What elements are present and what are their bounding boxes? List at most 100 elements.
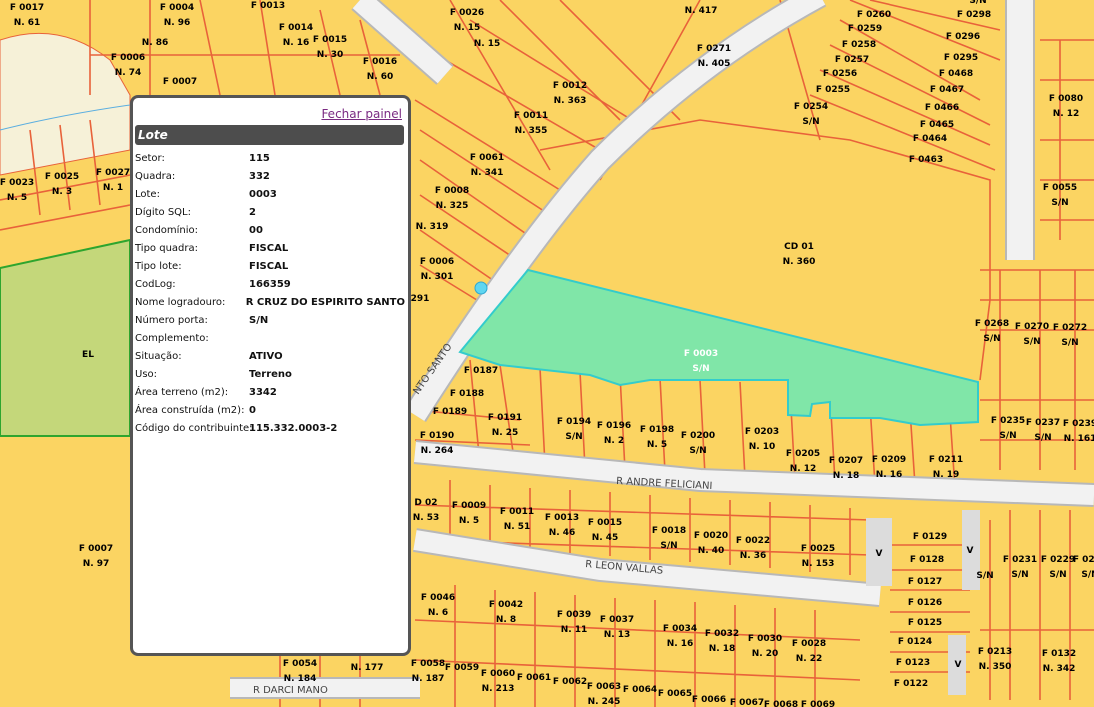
lot-code-label: F 0463 (909, 155, 943, 165)
field-value: 0 (249, 404, 256, 416)
lot-number-label: N. 18 (709, 644, 736, 654)
lot-code-label: F 0060 (481, 669, 515, 679)
lot-number-label: 291 (411, 294, 430, 304)
lot-number-label: N. 417 (685, 6, 718, 16)
lot-code-label: F 0080 (1049, 94, 1083, 104)
lot-number-label: N. 5 (7, 193, 27, 203)
lot-code-label: S/N (976, 571, 993, 581)
lot-number-label: N. 325 (436, 201, 469, 211)
field-label: Quadra: (135, 170, 176, 182)
lot-number-label: N. 153 (802, 559, 835, 569)
lot-code-label: F 0188 (450, 389, 484, 399)
lot-number-label: N. 8 (496, 615, 516, 625)
lot-number-label: N. 51 (504, 522, 531, 532)
panel-fields: Setor: 115 Quadra: 332 Lote: 0003 Dígito SQL: 2… (135, 149, 405, 437)
field-value: 115 (249, 152, 270, 164)
area-code-label: EL (82, 350, 94, 360)
lot-code-label: F 0203 (745, 427, 779, 437)
lot-number-label: N. 342 (1043, 664, 1076, 674)
lot-code-label: F 0065 (658, 689, 692, 699)
lot-number-label: S/N (1051, 198, 1068, 208)
lot-code-label: F 0465 (920, 120, 954, 130)
lot-code-label: F 0298 (957, 10, 991, 20)
lot-number-label: N. 45 (592, 533, 619, 543)
field-value: 332 (249, 170, 270, 182)
field-label: Área construída (m2): (135, 404, 245, 416)
lot-code-label: F 0295 (944, 53, 978, 63)
lot-code-label: F 0068 (764, 700, 798, 707)
lot-code-label: F 0063 (587, 682, 621, 692)
lot-code-label: F 0468 (939, 69, 973, 79)
field-row: Nome logradouro: R CRUZ DO ESPIRITO SANTO (135, 293, 405, 311)
lot-number-label: N. 74 (115, 68, 142, 78)
lot-number-label: N. 355 (515, 126, 548, 136)
lot-number-label: N. 97 (83, 559, 110, 569)
field-value: 0003 (249, 188, 277, 200)
lot-number-label: N. 61 (14, 18, 41, 28)
field-row: Situação: ATIVO (135, 347, 405, 365)
lot-code-label: F 0004 (160, 3, 194, 13)
lot-number-label: N. 213 (482, 684, 515, 694)
lot-number-label: N. 20 (752, 649, 779, 659)
field-label: Tipo quadra: (135, 242, 198, 254)
lot-code-label: V (876, 549, 883, 559)
lot-code-label: F 0008 (435, 186, 469, 196)
lot-number-label: N. 30 (317, 50, 344, 60)
map-marker[interactable] (474, 281, 488, 295)
lot-number-label: S/N (1049, 570, 1066, 580)
field-value: FISCAL (249, 242, 289, 254)
field-label: Lote: (135, 188, 160, 200)
lot-code-label: F 0190 (420, 431, 454, 441)
lot-code-label: F 0042 (489, 600, 523, 610)
lot-code-label: F 0017 (10, 3, 44, 13)
lot-number-label: N. 5 (647, 440, 667, 450)
field-row: Dígito SQL: 2 (135, 203, 405, 221)
field-row: Número porta: S/N (135, 311, 405, 329)
close-panel-link[interactable]: Fechar painel (321, 107, 402, 121)
lot-number-label: N. 6 (428, 608, 448, 618)
lot-code-label: F 0123 (896, 658, 930, 668)
lot-code-label: F 0069 (801, 700, 835, 707)
lot-code-label: F 0258 (842, 40, 876, 50)
lot-number-label: S/N (660, 541, 677, 551)
lot-code-label: F 0061 (470, 153, 504, 163)
lot-code-label: F 0015 (313, 35, 347, 45)
lot-code-label: F 0467 (930, 85, 964, 95)
lot-number-label: S/N (1023, 337, 1040, 347)
field-value: 3342 (249, 386, 277, 398)
lot-number-label: N. 46 (549, 528, 576, 538)
lot-code-label: F 0061 (517, 673, 551, 683)
field-value: 2 (249, 206, 256, 218)
lot-code-label: F 0007 (79, 544, 113, 554)
lot-code-label: F 0124 (898, 637, 932, 647)
field-value: 00 (249, 224, 263, 236)
lot-code-label: F 0023 (0, 178, 34, 188)
lot-code-label: F 0209 (872, 455, 906, 465)
lot-code-label: F 0128 (910, 555, 944, 565)
lot-number-label: N. 2 (604, 436, 624, 446)
lot-code-label: F 0125 (908, 618, 942, 628)
field-label: Uso: (135, 368, 158, 380)
lot-code-label: F 0257 (835, 55, 869, 65)
field-row: Condomínio: 00 (135, 221, 405, 239)
field-label: Situação: (135, 350, 182, 362)
lot-number-label: N. 161 (1064, 434, 1094, 444)
field-row: Complemento: (135, 329, 405, 347)
lot-code-label: F 0064 (623, 685, 657, 695)
info-panel: Fechar painel Lote Setor: 115 Quadra: 332 Lo… (130, 95, 411, 656)
lot-number-label: N. 11 (561, 625, 588, 635)
field-label: Dígito SQL: (135, 206, 191, 218)
lot-number-label: N. 350 (979, 662, 1012, 672)
lot-code-label: F 0189 (433, 407, 467, 417)
lot-code-label: F 0191 (488, 413, 522, 423)
lot-number-label: N. 1 (103, 183, 123, 193)
lot-number-label: S/N (1061, 338, 1078, 348)
lot-number-label: S/N (689, 446, 706, 456)
lot-number-label: N. 245 (588, 697, 621, 707)
lot-number-label: N. 301 (421, 272, 454, 282)
field-value: 166359 (249, 278, 291, 290)
lot-number-label: N. 187 (412, 674, 445, 684)
lot-code-label: CD 01 (784, 242, 814, 252)
lot-code-label: F 0200 (681, 431, 715, 441)
green-area (0, 238, 131, 437)
